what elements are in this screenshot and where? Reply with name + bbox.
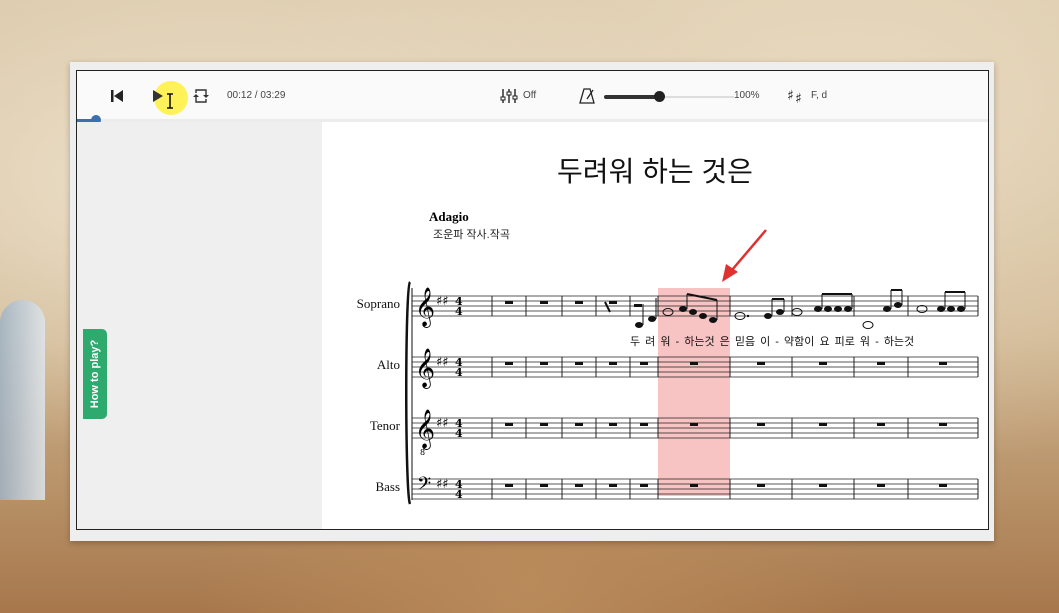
mixer-status: Off bbox=[523, 90, 537, 101]
side-panel bbox=[77, 122, 322, 529]
player-toolbar: 00:12 / 03:29 Off 100% ♯ ♯ F, d bbox=[77, 71, 988, 119]
whole-rest bbox=[540, 423, 548, 426]
bass-clef: 𝄢 bbox=[417, 474, 431, 499]
whole-rest bbox=[877, 484, 885, 487]
score-notation: 𝄞 𝄞 𝄞 8 𝄢 ♯♯44♯♯44♯♯44♯♯44 bbox=[405, 229, 979, 505]
whole-rest bbox=[505, 423, 513, 426]
whole-rest bbox=[819, 423, 827, 426]
whole-rest bbox=[757, 423, 765, 426]
annotation-arrow bbox=[722, 229, 767, 282]
score-sheet: 두려워 하는 것은 Adagio 조운파 작사.작곡 Soprano Alto … bbox=[322, 122, 988, 529]
key-signature: ♯♯ bbox=[436, 355, 449, 370]
how-to-play-tab[interactable]: How to play? bbox=[83, 329, 107, 419]
whole-rest bbox=[540, 362, 548, 365]
whole-rest bbox=[609, 301, 617, 304]
how-to-play-label: How to play? bbox=[89, 339, 102, 409]
key-signatures: ♯♯44♯♯44♯♯44♯♯44 bbox=[436, 294, 463, 501]
loop-icon[interactable] bbox=[191, 86, 211, 106]
whole-rest bbox=[939, 423, 947, 426]
tempo-percent: 100% bbox=[734, 90, 760, 101]
lyrics-line: 두 려 워 - 하는것 은 믿음 이 - 약함이 요 피로 워 - 하는것 bbox=[630, 336, 915, 348]
time-signature: 4 bbox=[455, 295, 463, 308]
whole-rest bbox=[575, 423, 583, 426]
whole-rest bbox=[939, 362, 947, 365]
barlines bbox=[491, 296, 979, 499]
whole-rest bbox=[609, 484, 617, 487]
time-signature: 4 bbox=[455, 417, 463, 430]
whole-rest bbox=[690, 484, 698, 487]
background-window bbox=[0, 300, 45, 500]
tempo-slider-fill bbox=[604, 95, 659, 99]
key-signature: ♯♯ bbox=[436, 477, 449, 492]
whole-rest bbox=[877, 423, 885, 426]
system-bracket bbox=[405, 281, 412, 505]
time-signature: 4 bbox=[455, 478, 463, 491]
mixer-icon[interactable] bbox=[499, 86, 519, 106]
tempo-slider-handle[interactable] bbox=[653, 91, 665, 102]
treble-clef: 𝄞 bbox=[415, 409, 435, 450]
key-signature-icon[interactable]: ♯ ♯ bbox=[787, 86, 807, 106]
whole-rest bbox=[575, 362, 583, 365]
whole-rest bbox=[690, 423, 698, 426]
whole-rest bbox=[609, 362, 617, 365]
whole-rest bbox=[575, 484, 583, 487]
treble-clef: 𝄞 bbox=[415, 348, 435, 389]
svg-text:♯: ♯ bbox=[795, 91, 802, 105]
whole-rest bbox=[540, 484, 548, 487]
whole-rest bbox=[575, 301, 583, 304]
half-rest bbox=[634, 304, 642, 307]
whole-rest bbox=[640, 484, 648, 487]
whole-rest bbox=[877, 362, 885, 365]
whole-rest bbox=[505, 484, 513, 487]
score-player: 00:12 / 03:29 Off 100% ♯ ♯ F, d 두려워 하는 것은… bbox=[76, 70, 989, 530]
time-display: 00:12 / 03:29 bbox=[227, 90, 286, 101]
whole-rest bbox=[757, 484, 765, 487]
whole-rest bbox=[540, 301, 548, 304]
score-player-frame: 00:12 / 03:29 Off 100% ♯ ♯ F, d 두려워 하는 것은… bbox=[70, 62, 994, 541]
current-measure-highlight bbox=[658, 288, 730, 496]
key-signature: ♯♯ bbox=[436, 294, 449, 309]
whole-rest bbox=[609, 423, 617, 426]
key-signature: ♯♯ bbox=[436, 416, 449, 431]
svg-text:♯: ♯ bbox=[787, 88, 794, 104]
clefs: 𝄞 𝄞 𝄞 8 𝄢 bbox=[415, 287, 435, 499]
whole-rest bbox=[640, 362, 648, 365]
whole-rest bbox=[505, 301, 513, 304]
whole-rest bbox=[505, 362, 513, 365]
octave-mark: 8 bbox=[420, 448, 425, 457]
whole-rest bbox=[757, 362, 765, 365]
whole-rest bbox=[690, 362, 698, 365]
metronome-icon[interactable] bbox=[577, 86, 597, 106]
time-signature: 4 bbox=[455, 356, 463, 369]
whole-rest bbox=[939, 484, 947, 487]
skip-to-start-icon[interactable] bbox=[107, 86, 127, 106]
treble-clef: 𝄞 bbox=[415, 287, 435, 328]
text-cursor-icon bbox=[163, 93, 177, 109]
key-label: F, d bbox=[811, 90, 828, 101]
whole-rest bbox=[819, 362, 827, 365]
whole-rest bbox=[819, 484, 827, 487]
whole-rest bbox=[640, 423, 648, 426]
